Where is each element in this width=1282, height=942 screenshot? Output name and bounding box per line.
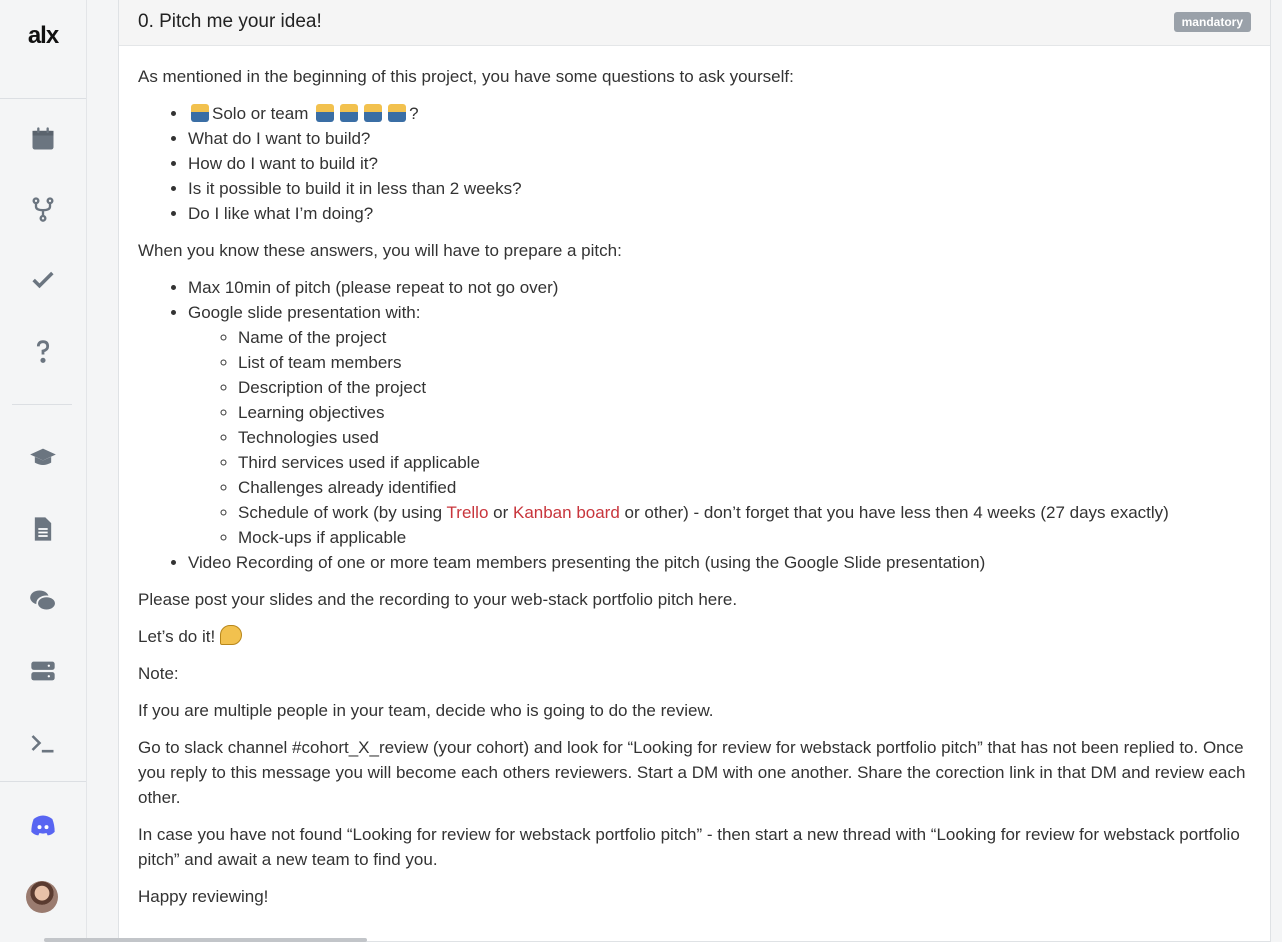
- avatar[interactable]: [26, 881, 58, 913]
- kanban-board-link[interactable]: Kanban board: [513, 503, 620, 522]
- list-item: What do I want to build?: [188, 126, 1251, 151]
- list-item: Video Recording of one or more team memb…: [188, 550, 1251, 575]
- sidebar-divider: [12, 404, 72, 405]
- list-item: Name of the project: [238, 325, 1251, 350]
- list-item: Is it possible to build it in less than …: [188, 176, 1251, 201]
- note-paragraph: If you are multiple people in your team,…: [138, 701, 714, 720]
- task-panel: 0. Pitch me your idea! mandatory As ment…: [118, 0, 1271, 942]
- list-item: Challenges already identified: [238, 475, 1251, 500]
- list-item: Google slide presentation with: Name of …: [188, 300, 1251, 550]
- pitch-list: Max 10min of pitch (please repeat to not…: [138, 275, 1251, 575]
- chat-icon[interactable]: [23, 581, 63, 621]
- list-item: Max 10min of pitch (please repeat to not…: [188, 275, 1251, 300]
- questions-list: Solo or team ? What do I want to build? …: [138, 101, 1251, 226]
- graduation-cap-icon[interactable]: [23, 438, 63, 478]
- lets-do-it-line: Let’s do it!: [138, 624, 1251, 649]
- note-paragraph: Go to slack channel #cohort_X_review (yo…: [138, 738, 1246, 807]
- sidebar-divider: [0, 98, 86, 99]
- person-emoji-icon: [388, 104, 407, 122]
- lets-do-it-text: Let’s do it!: [138, 627, 216, 646]
- note-label: Note:: [138, 664, 179, 683]
- discord-icon[interactable]: [23, 806, 63, 846]
- task-body: As mentioned in the beginning of this pr…: [119, 46, 1270, 909]
- list-item: Schedule of work (by using Trello or Kan…: [238, 500, 1251, 525]
- list-item: Learning objectives: [238, 400, 1251, 425]
- mandatory-badge: mandatory: [1173, 12, 1251, 32]
- main-content: 0. Pitch me your idea! mandatory As ment…: [87, 0, 1282, 942]
- question-solo-text: Solo or team: [212, 104, 309, 123]
- person-emoji-icon: [316, 104, 335, 122]
- list-item: Mock-ups if applicable: [238, 525, 1251, 550]
- checkmark-icon[interactable]: [23, 260, 63, 300]
- intro-text: As mentioned in the beginning of this pr…: [138, 67, 794, 86]
- schedule-suffix: or other) - don’t forget that you have l…: [619, 503, 1169, 522]
- projects-branch-icon[interactable]: [23, 189, 63, 229]
- document-icon[interactable]: [23, 509, 63, 549]
- list-item: Third services used if applicable: [238, 450, 1251, 475]
- alx-logo[interactable]: alx: [0, 22, 86, 50]
- pitch-intro-text: When you know these answers, you will ha…: [138, 241, 622, 260]
- calendar-icon[interactable]: [23, 119, 63, 159]
- note-paragraph: In case you have not found “Looking for …: [138, 825, 1240, 869]
- person-emoji-icon: [191, 104, 209, 122]
- closing-text: Happy reviewing!: [138, 887, 269, 906]
- list-item: Do I like what I’m doing?: [188, 201, 1251, 226]
- list-item: Technologies used: [238, 425, 1251, 450]
- trello-link[interactable]: Trello: [447, 503, 489, 522]
- slides-heading: Google slide presentation with:: [188, 303, 421, 322]
- horizontal-scrollbar[interactable]: [44, 938, 367, 942]
- task-title: 0. Pitch me your idea!: [138, 11, 322, 32]
- list-item: Solo or team ?: [188, 101, 1251, 126]
- list-item: How do I want to build it?: [188, 151, 1251, 176]
- sidebar: alx: [0, 0, 87, 942]
- person-emoji-icon: [364, 104, 383, 122]
- list-item: Description of the project: [238, 375, 1251, 400]
- person-emoji-icon: [340, 104, 359, 122]
- help-icon[interactable]: [23, 331, 63, 371]
- post-text: Please post your slides and the recordin…: [138, 590, 738, 609]
- schedule-mid: or: [488, 503, 513, 522]
- task-header: 0. Pitch me your idea! mandatory: [119, 0, 1270, 46]
- terminal-icon[interactable]: [23, 723, 63, 763]
- list-item: List of team members: [238, 350, 1251, 375]
- sidebar-divider: [0, 781, 86, 782]
- question-suffix: ?: [409, 104, 419, 123]
- slides-list: Name of the project List of team members…: [188, 325, 1251, 550]
- flexed-biceps-icon: [219, 625, 242, 645]
- schedule-prefix: Schedule of work (by using: [238, 503, 447, 522]
- servers-icon[interactable]: [23, 651, 63, 691]
